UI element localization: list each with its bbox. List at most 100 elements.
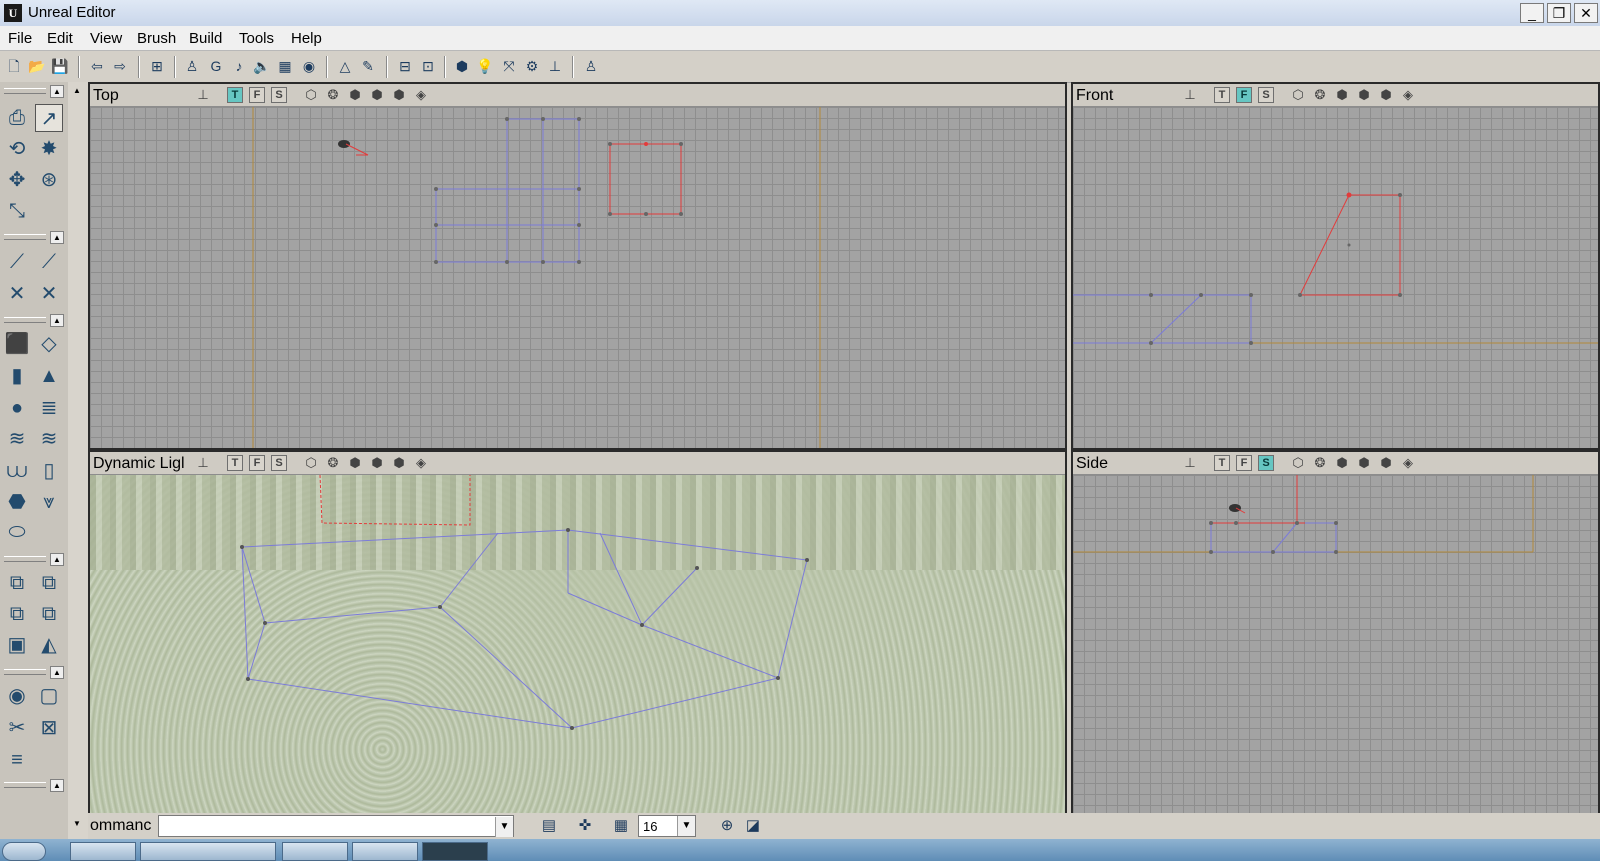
brush-clip-icon[interactable]: ✸ <box>35 135 63 163</box>
open-icon[interactable]: 📂 <box>28 57 46 75</box>
zone-mode-icon[interactable]: ❂ <box>324 455 342 471</box>
restore-button[interactable]: ❐ <box>1547 3 1571 23</box>
group-browser-icon[interactable]: G <box>207 57 225 75</box>
build-paths-icon[interactable]: ⬢ <box>453 57 471 75</box>
collapse-arrow-icon[interactable]: ▲ <box>50 666 64 679</box>
collapse-arrow-icon[interactable]: ▲ <box>50 231 64 244</box>
music-browser-icon[interactable]: ♪ <box>230 57 248 75</box>
lighting-mode-icon[interactable]: ⬢ <box>1377 455 1395 471</box>
toolbox-grip[interactable] <box>4 782 46 788</box>
texture-browser-icon[interactable]: ▦ <box>276 57 294 75</box>
menu-help[interactable]: Help <box>291 30 322 47</box>
sound-browser-icon[interactable]: 🔈 <box>253 57 271 75</box>
flat-mode-icon[interactable]: ⬢ <box>1355 455 1373 471</box>
front-view-button[interactable]: F <box>1236 87 1252 103</box>
menu-tools[interactable]: Tools <box>239 30 274 47</box>
cube-builder-icon[interactable]: ⬛ <box>3 330 31 358</box>
clip-flip-icon[interactable]: ✕ <box>3 280 31 308</box>
front-view-button[interactable]: F <box>1236 455 1252 471</box>
zone-mode-icon[interactable]: ❂ <box>1311 87 1329 103</box>
toolbox-grip[interactable] <box>4 669 46 675</box>
unlit-mode-icon[interactable]: ◈ <box>412 455 430 471</box>
taskbar-item[interactable] <box>70 842 136 861</box>
rebuild-icon[interactable]: ⤧ <box>500 57 518 75</box>
taskbar-item[interactable] <box>282 842 348 861</box>
menu-build[interactable]: Build <box>189 30 222 47</box>
texture-mode-icon[interactable]: ⬢ <box>1333 87 1351 103</box>
clip-split-icon[interactable]: ⟋ <box>35 248 63 276</box>
csg-deintersect-icon[interactable]: ⧉ <box>35 600 63 628</box>
add-mover-icon[interactable]: ▣ <box>3 631 31 659</box>
taskbar-item-active[interactable] <box>422 842 488 861</box>
zone-mode-icon[interactable]: ❂ <box>324 87 342 103</box>
build-geometry-icon[interactable]: ⊟ <box>396 57 414 75</box>
scroll-down-icon[interactable]: ▼ <box>70 817 84 831</box>
tetrahedron-builder-icon[interactable]: ⬣ <box>3 488 31 516</box>
flat-mode-icon[interactable]: ⬢ <box>368 87 386 103</box>
side-view-button[interactable]: S <box>1258 87 1274 103</box>
disc-builder-icon[interactable]: ⬭ <box>3 518 31 546</box>
front-view-button[interactable]: F <box>249 87 265 103</box>
flat-mode-icon[interactable]: ⬢ <box>1355 87 1373 103</box>
wireframe-mode-icon[interactable]: ⬡ <box>1289 87 1307 103</box>
csg-intersect-icon[interactable]: ⧉ <box>3 600 31 628</box>
clip-delete-icon[interactable]: ✕ <box>35 280 63 308</box>
wireframe-mode-icon[interactable]: ⬡ <box>302 87 320 103</box>
menu-file[interactable]: File <box>8 30 32 47</box>
find-actor-icon[interactable]: ⊞ <box>148 57 166 75</box>
taskbar-item[interactable] <box>352 842 418 861</box>
unrealscript-icon[interactable]: ✎ <box>359 57 377 75</box>
unlit-mode-icon[interactable]: ◈ <box>1399 455 1417 471</box>
cylinder-builder-icon[interactable]: ▮ <box>3 362 31 390</box>
menu-view[interactable]: View <box>90 30 122 47</box>
texture-mode-icon[interactable]: ⬢ <box>346 455 364 471</box>
chevron-down-icon[interactable]: ▼ <box>495 817 513 837</box>
cone-builder-icon[interactable]: ▲ <box>35 362 63 390</box>
move-icon[interactable]: ✥ <box>3 166 31 194</box>
csg-add-icon[interactable]: ⧉ <box>3 569 31 597</box>
snap-vertex-icon[interactable]: ✜ <box>576 817 594 835</box>
terrain-builder-icon[interactable]: ⩊ <box>3 457 31 485</box>
viewport-front[interactable]: Front ⊥ T F S ⬡ ❂ ⬢ ⬢ ⬢ ◈ <box>1071 82 1600 450</box>
front-view-button[interactable]: F <box>249 455 265 471</box>
add-special-icon[interactable]: ◭ <box>35 631 63 659</box>
unlit-mode-icon[interactable]: ◈ <box>1399 87 1417 103</box>
top-view-button[interactable]: T <box>227 455 243 471</box>
new-map-icon[interactable]: 🗋 <box>5 57 23 75</box>
toolbox-grip[interactable] <box>4 317 46 323</box>
lock-viewport-icon[interactable]: ⊥ <box>194 455 212 471</box>
wireframe-mode-icon[interactable]: ⬡ <box>1289 455 1307 471</box>
lighting-mode-icon[interactable]: ⬢ <box>390 455 408 471</box>
csg-subtract-icon[interactable]: ⧉ <box>35 569 63 597</box>
close-button[interactable]: ✕ <box>1574 3 1598 23</box>
show-all-icon[interactable]: ⊠ <box>35 714 63 742</box>
linear-stair-icon[interactable]: ≣ <box>35 394 63 422</box>
sheet-builder-icon[interactable]: ◇ <box>35 330 63 358</box>
2d-shape-editor-icon[interactable]: △ <box>336 57 354 75</box>
volumetric-builder-icon[interactable]: ▯ <box>35 457 63 485</box>
lock-viewport-icon[interactable]: ⊥ <box>194 87 212 103</box>
viewport-side[interactable]: Side ⊥ T F S ⬡ ❂ ⬢ ⬢ ⬢ ◈ <box>1071 450 1600 820</box>
lighting-mode-icon[interactable]: ⬢ <box>1377 87 1395 103</box>
build-lighting-icon[interactable]: ⊡ <box>419 57 437 75</box>
maximize-viewport-icon[interactable]: ◪ <box>744 817 762 835</box>
wireframe-mode-icon[interactable]: ⬡ <box>302 455 320 471</box>
collapse-arrow-icon[interactable]: ▲ <box>50 85 64 98</box>
command-input[interactable]: ▼ <box>158 815 514 837</box>
spiral-stair-icon[interactable]: ≋ <box>35 425 63 453</box>
viewport-perspective[interactable]: Dynamic Ligl ⊥ T F S ⬡ ❂ ⬢ ⬢ ⬢ ◈ <box>88 450 1067 820</box>
lock-viewport-icon[interactable]: ⊥ <box>1181 455 1199 471</box>
side-view-button[interactable]: S <box>271 455 287 471</box>
vertex-edit-icon[interactable]: ↗ <box>35 104 63 132</box>
scale-icon[interactable]: ⤡ <box>3 197 31 225</box>
brush-rotate-icon[interactable]: ⟲ <box>3 135 31 163</box>
collapse-arrow-icon[interactable]: ▲ <box>50 779 64 792</box>
toolbox-grip[interactable] <box>4 234 46 240</box>
curved-stair-icon[interactable]: ≋ <box>3 425 31 453</box>
clip-line-icon[interactable]: ⟋ <box>3 248 31 276</box>
grid-size-select[interactable]: 16 ▼ <box>638 815 696 837</box>
scroll-up-icon[interactable]: ▲ <box>70 84 84 98</box>
flat-mode-icon[interactable]: ⬢ <box>368 455 386 471</box>
sphere-builder-icon[interactable]: ● <box>3 394 31 422</box>
menu-edit[interactable]: Edit <box>47 30 73 47</box>
